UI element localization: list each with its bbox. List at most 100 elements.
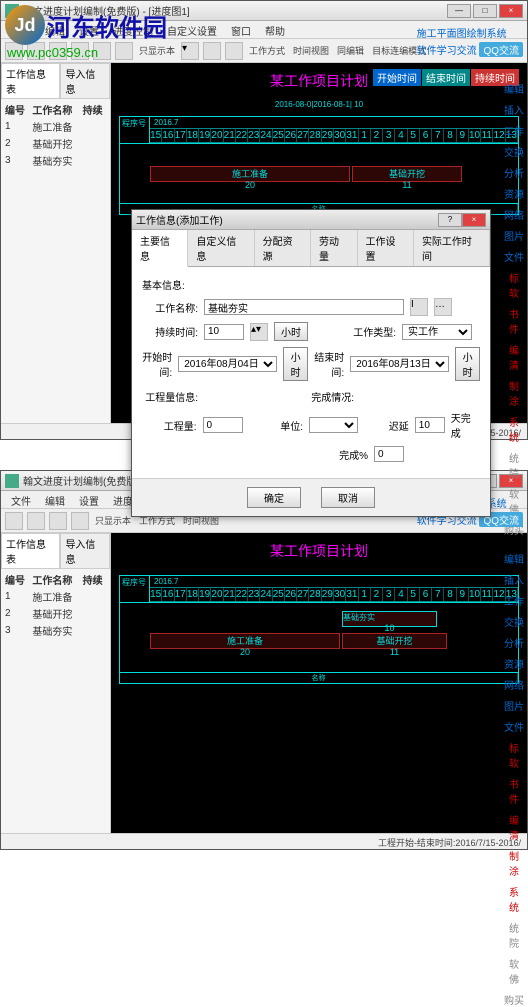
- menu-help[interactable]: 帮助: [259, 21, 291, 38]
- menu-file[interactable]: 文件: [5, 21, 37, 38]
- section-qty: 工程量信息:: [142, 389, 198, 404]
- input-qty[interactable]: [203, 417, 243, 433]
- input-duration[interactable]: [204, 324, 244, 340]
- side-network[interactable]: 网络: [503, 207, 525, 222]
- tool-cut-icon[interactable]: [93, 42, 111, 60]
- dlgtab-settings[interactable]: 工作设置: [358, 230, 414, 266]
- btn-duration-unit[interactable]: 小时: [274, 322, 308, 341]
- tool-new-icon[interactable]: [5, 42, 23, 60]
- dialog-tabs: 主要信息 自定义信息 分配资源 劳动量 工作设置 实际工作时间: [132, 230, 490, 267]
- tool-open-icon[interactable]: [27, 42, 45, 60]
- gantt-col-id: 程序号: [120, 117, 150, 143]
- side-tag-0[interactable]: 标 软: [503, 270, 525, 300]
- dlgtab-main[interactable]: 主要信息: [132, 230, 188, 267]
- tab-worklist[interactable]: 工作信息表: [1, 63, 60, 99]
- work-row[interactable]: 3基础夯实: [3, 152, 108, 169]
- work-row[interactable]: 3基础夯实: [3, 622, 108, 639]
- label-type: 工作类型:: [340, 324, 396, 339]
- task-bar-2[interactable]: 基础开挖 11: [352, 166, 462, 182]
- minimize-button[interactable]: —: [447, 4, 471, 18]
- select-end[interactable]: 2016年08月13日: [350, 356, 449, 372]
- tool-icon[interactable]: [49, 512, 67, 530]
- app-icon-2: [5, 474, 19, 488]
- tool-a-icon[interactable]: [203, 42, 221, 60]
- work-row[interactable]: 1施工准备: [3, 588, 108, 605]
- tool-dropdown-icon[interactable]: ▾: [181, 42, 199, 60]
- side-file[interactable]: 文件: [503, 249, 525, 264]
- side-image[interactable]: 图片: [503, 228, 525, 243]
- dialog-help-button[interactable]: ?: [438, 213, 462, 227]
- input-pct[interactable]: [374, 446, 404, 462]
- task-bar-1[interactable]: 施工准备 20: [150, 166, 350, 182]
- work-row[interactable]: 1施工准备: [3, 118, 108, 135]
- work-row[interactable]: 2基础开挖: [3, 135, 108, 152]
- link-system[interactable]: 施工平面图绘制系统: [417, 25, 523, 40]
- menu-edit[interactable]: 编辑: [39, 21, 71, 38]
- tool-print-icon[interactable]: [71, 42, 89, 60]
- gantt-canvas-2[interactable]: 某工作项目计划 程序号 2016.7 151617181920212223242…: [111, 533, 527, 833]
- side-tag-3[interactable]: 制 涂: [503, 378, 525, 408]
- spinner-icon[interactable]: ▴▾: [250, 323, 268, 341]
- side-tag-2[interactable]: 编 清: [503, 342, 525, 372]
- select-type[interactable]: 实工作: [402, 324, 472, 340]
- section-done: 完成情况:: [298, 389, 354, 404]
- name-picker-icon[interactable]: I: [410, 298, 428, 316]
- side-insert[interactable]: 插入: [503, 102, 525, 117]
- menu-edit-2[interactable]: 编辑: [39, 491, 71, 508]
- tool-icon[interactable]: [71, 512, 89, 530]
- cancel-button[interactable]: 取消: [321, 487, 375, 508]
- tool-icon[interactable]: [5, 512, 23, 530]
- dialog-close-button[interactable]: ×: [462, 213, 486, 227]
- task-bar-2b[interactable]: 基础开挖 11: [342, 633, 447, 649]
- side-tag-1[interactable]: 书 件: [503, 306, 525, 336]
- tool-view-label[interactable]: 时间视图: [291, 44, 331, 57]
- side-edit[interactable]: 编辑: [503, 81, 525, 96]
- menu-custom[interactable]: 自定义设置: [161, 21, 223, 38]
- btn-start-unit[interactable]: 小时: [283, 347, 308, 381]
- task-bar-3b[interactable]: 基础夯实 10: [342, 611, 437, 627]
- tab-import-2[interactable]: 导入信息: [60, 533, 110, 569]
- tool-copy-icon[interactable]: [115, 42, 133, 60]
- side-swap[interactable]: 交换: [503, 144, 525, 159]
- dlgtab-custom[interactable]: 自定义信息: [188, 230, 254, 266]
- tool-b-icon[interactable]: [225, 42, 243, 60]
- tool-mode-label[interactable]: 工作方式: [247, 44, 287, 57]
- label-name: 工作名称:: [142, 300, 198, 315]
- task-bar-1b[interactable]: 施工准备 20: [150, 633, 340, 649]
- task-name-2: 基础开挖: [353, 167, 461, 180]
- input-name[interactable]: [204, 299, 404, 315]
- tab-worklist-2[interactable]: 工作信息表: [1, 533, 60, 569]
- dlgtab-actual[interactable]: 实际工作时间: [414, 230, 490, 266]
- menu-progress[interactable]: 进度控制: [107, 21, 159, 38]
- side-tag-4[interactable]: 系 统: [503, 414, 525, 444]
- menu-settings-2[interactable]: 设置: [73, 491, 105, 508]
- name-more-icon[interactable]: …: [434, 298, 452, 316]
- side-tag-5[interactable]: 统 院: [503, 450, 525, 480]
- dlgtab-labor[interactable]: 劳动量: [311, 230, 358, 266]
- link-learn[interactable]: 软件学习交流: [417, 46, 477, 57]
- tool-zoom-label[interactable]: 只显示本: [137, 44, 177, 57]
- tool-opt1[interactable]: 同编辑: [335, 44, 366, 57]
- dlgtab-resource[interactable]: 分配资源: [255, 230, 311, 266]
- qq-badge[interactable]: QQ交流: [479, 42, 523, 57]
- side-resource[interactable]: 资源: [503, 186, 525, 201]
- menu-file-2[interactable]: 文件: [5, 491, 37, 508]
- maximize-button[interactable]: □: [473, 4, 497, 18]
- work-row[interactable]: 2基础开挖: [3, 605, 108, 622]
- close-button[interactable]: ×: [499, 4, 523, 18]
- side-analyze[interactable]: 分析: [503, 165, 525, 180]
- work-list: 编号工作名称持续 1施工准备 2基础开挖 3基础夯实: [1, 99, 110, 171]
- menu-window[interactable]: 窗口: [225, 21, 257, 38]
- input-delay[interactable]: [415, 417, 445, 433]
- link-learn-2[interactable]: 软件学习交流: [417, 516, 477, 527]
- tab-import[interactable]: 导入信息: [60, 63, 110, 99]
- ok-button[interactable]: 确定: [247, 487, 301, 508]
- tool-save-icon[interactable]: [49, 42, 67, 60]
- menu-settings[interactable]: 设置: [73, 21, 105, 38]
- app-window-2: 翰文进度计划编制(免费版) - [进度图1] — □ × 文件 编辑 设置 进度…: [0, 470, 528, 850]
- select-unit[interactable]: [309, 417, 358, 433]
- btn-end-unit[interactable]: 小时: [455, 347, 480, 381]
- select-start[interactable]: 2016年08月04日: [178, 356, 277, 372]
- side-work[interactable]: 工作: [503, 123, 525, 138]
- tool-icon[interactable]: [27, 512, 45, 530]
